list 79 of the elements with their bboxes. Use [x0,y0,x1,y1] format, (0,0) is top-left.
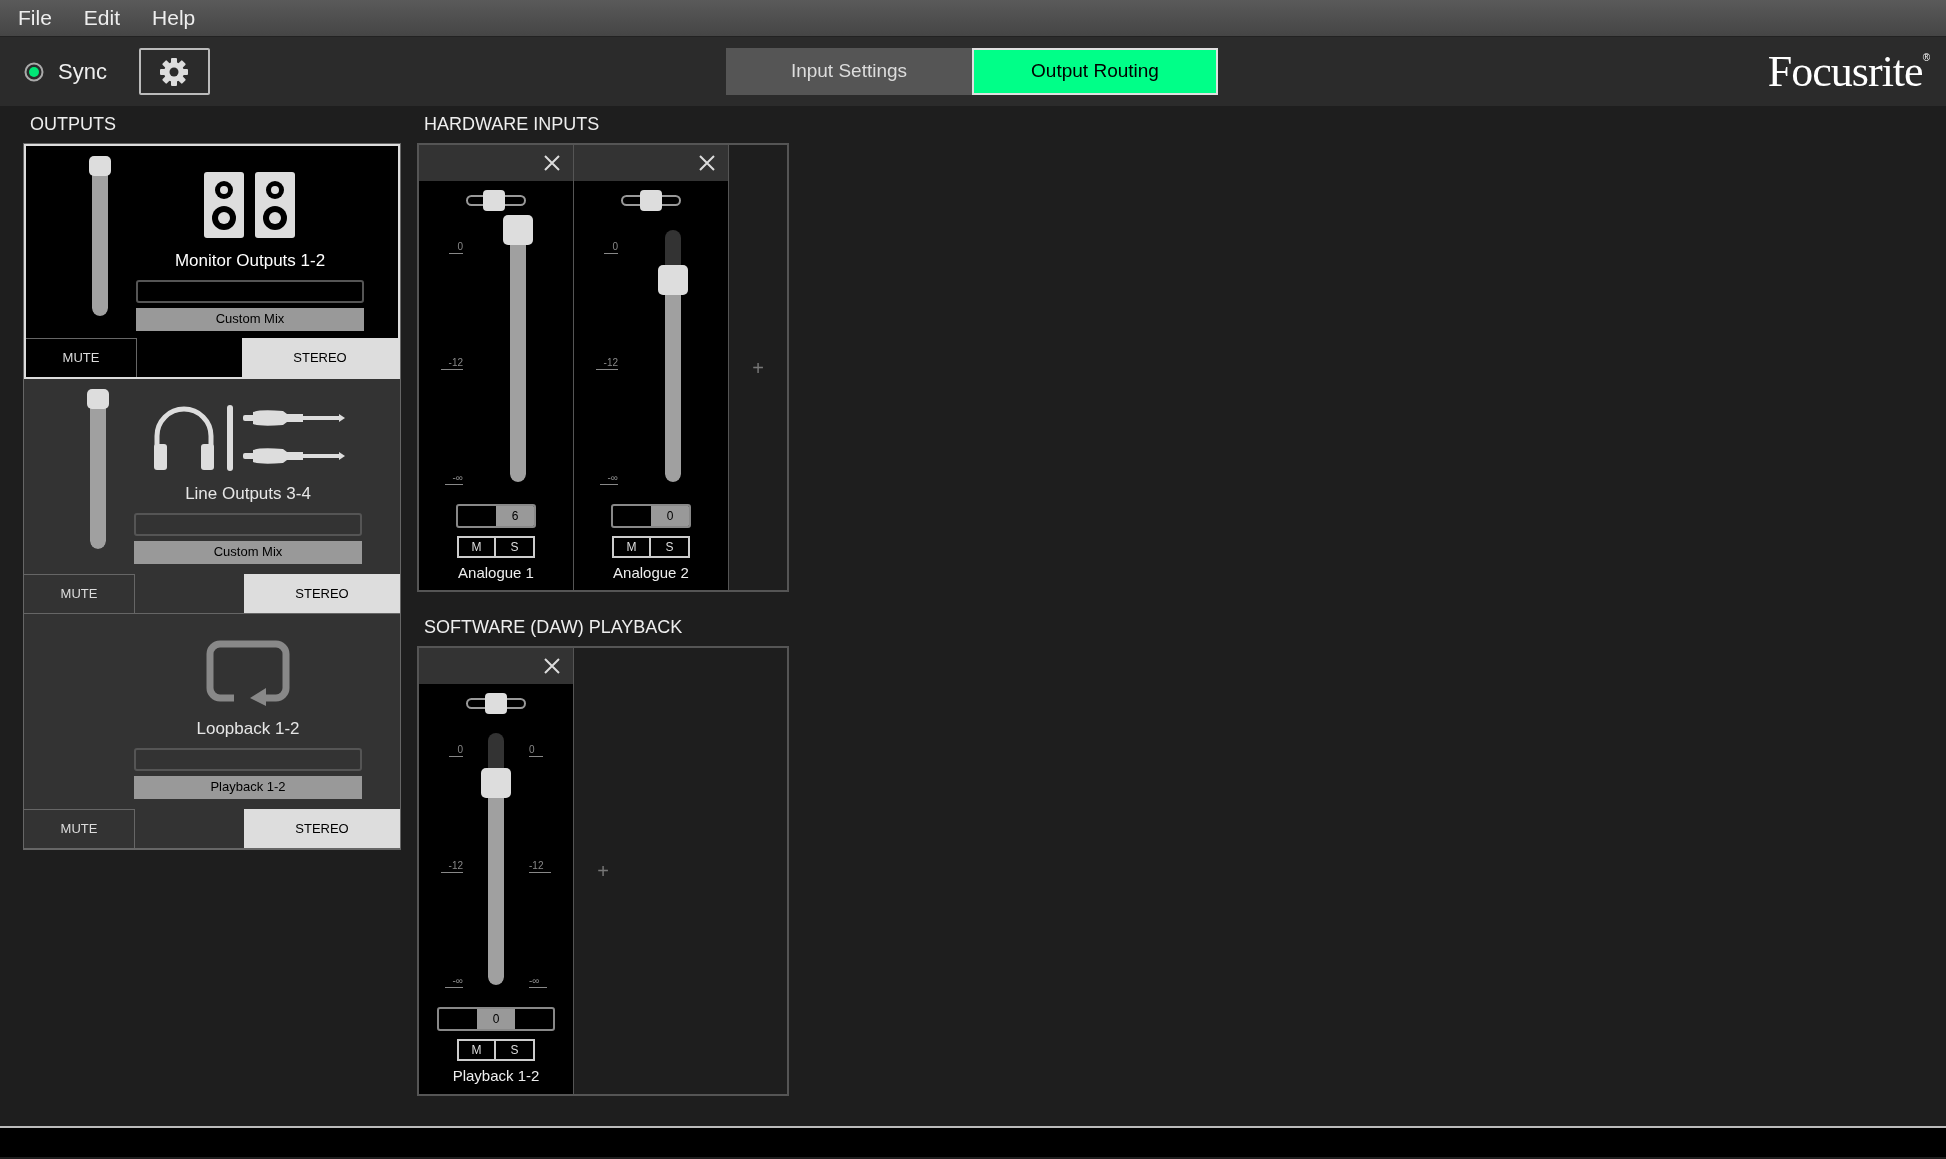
scale-label: -∞ [529,975,548,988]
menu-item[interactable]: File [18,2,52,34]
name-field[interactable] [136,279,364,303]
output-card[interactable]: Monitor Outputs 1-2 Custom Mix MUTE STEREO [24,144,400,379]
fader-thumb[interactable] [503,215,533,245]
section-title: SOFTWARE (DAW) PLAYBACK [423,616,684,639]
jack-plugs-icon [243,409,345,467]
registered-mark: ® [1922,50,1930,63]
channel-name: Playback 1-2 [452,1066,540,1086]
source-selector[interactable]: Playback 1-2 [134,775,362,799]
scale-label: 0 [604,241,618,254]
scale-label: -12 [440,859,463,873]
scale-label: -12 [440,356,463,370]
output-name: Monitor Outputs 1-2 [174,250,326,272]
scale-label: 0 [529,744,543,757]
stereo-button[interactable]: STEREO [244,809,400,848]
pan-thumb[interactable] [640,190,662,211]
scale-label: 0 [449,744,463,757]
settings-icon [159,56,190,87]
fader-thumb[interactable] [481,768,511,799]
mute-button[interactable]: MUTE [24,574,135,613]
gain-value: 0 [651,506,689,526]
sync-label: Sync [58,58,107,86]
source-selector[interactable]: Custom Mix [134,540,362,564]
source-selector[interactable]: Custom Mix [136,307,364,331]
pan-slider[interactable] [466,190,526,211]
mute-button[interactable]: M [459,1041,496,1059]
brand-logo: Focusrite [1767,49,1923,94]
add-channel-button[interactable]: + [597,856,609,886]
solo-button[interactable]: S [651,538,688,556]
menu-item[interactable]: Help [152,2,196,34]
close-icon [543,154,561,172]
speakers-icon [204,170,296,240]
name-field[interactable] [134,747,362,771]
section-title: OUTPUTS [29,113,117,136]
headphones-icon [151,404,217,472]
pan-slider[interactable] [466,693,526,714]
settings-button[interactable] [138,48,210,95]
channel-name: Analogue 1 [458,563,534,583]
close-icon [543,657,561,675]
menu-item[interactable]: Edit [83,2,121,34]
gain-value: 6 [496,506,534,526]
loop-arrow-icon [204,640,292,706]
gain-value: 0 [477,1009,515,1029]
close-button[interactable] [543,657,561,675]
output-name: Loopback 1-2 [196,718,300,740]
scale-label: -∞ [444,472,463,485]
channel-name: Analogue 2 [613,563,689,583]
mute-button[interactable]: MUTE [26,338,137,377]
mute-button[interactable]: MUTE [24,809,135,848]
scale-label: -∞ [599,472,618,485]
solo-button[interactable]: S [496,538,533,556]
add-channel-button[interactable]: + [752,352,764,383]
fader-thumb[interactable] [658,265,688,296]
pan-slider[interactable] [621,190,681,211]
output-card[interactable]: Loopback 1-2 Playback 1-2 MUTE STEREO [24,614,400,849]
fader-thumb[interactable] [89,156,111,176]
section-title: HARDWARE INPUTS [423,113,601,136]
close-button[interactable] [543,154,561,172]
output-name: Line Outputs 3-4 [185,483,311,505]
stereo-button[interactable]: STEREO [242,338,398,377]
name-field[interactable] [134,512,362,536]
scale-label: 0 [449,241,463,254]
mute-button[interactable]: M [614,538,651,556]
pan-thumb[interactable] [485,693,507,714]
close-button[interactable] [698,154,716,172]
stereo-button[interactable]: STEREO [244,574,400,613]
divider-bar [227,405,233,471]
scale-label: -12 [529,859,552,873]
pan-thumb[interactable] [483,190,506,211]
output-card[interactable]: Line Outputs 3-4 Custom Mix MUTE STEREO [24,379,400,614]
close-icon [698,154,716,172]
mute-button[interactable]: M [459,538,496,556]
tab[interactable]: Output Routing [972,48,1218,95]
solo-button[interactable]: S [496,1041,533,1059]
fader-thumb[interactable] [87,389,109,409]
scale-label: -∞ [444,975,463,988]
scale-label: -12 [595,356,618,370]
tab[interactable]: Input Settings [726,48,972,95]
